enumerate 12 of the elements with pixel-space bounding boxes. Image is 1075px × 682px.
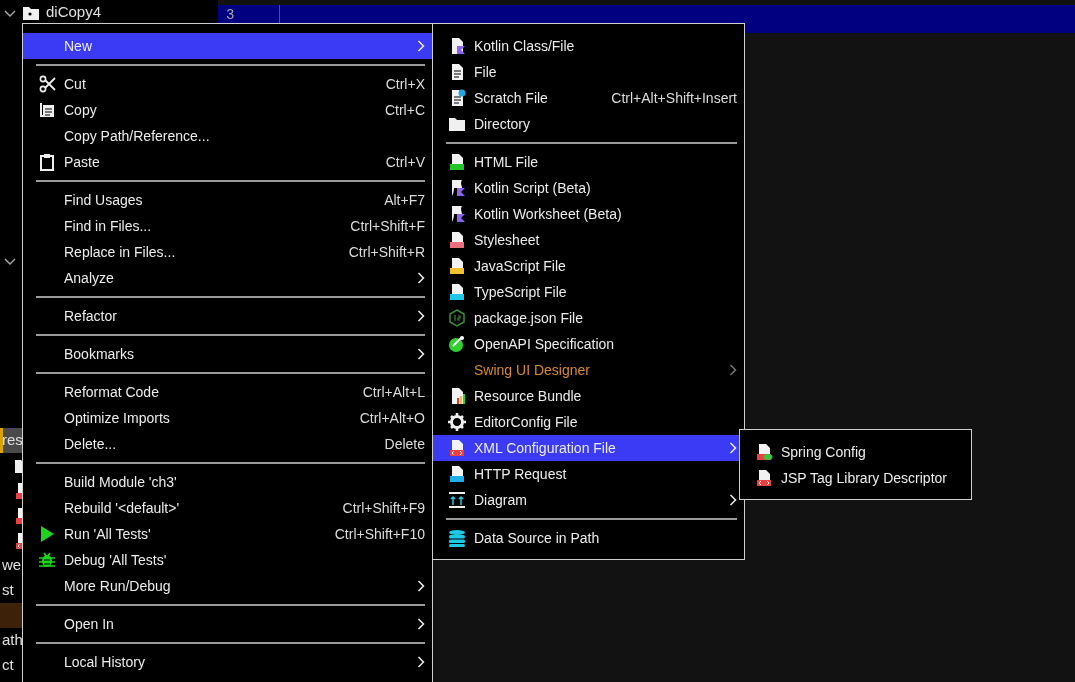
shortcut-label: Ctrl+Shift+F10 bbox=[334, 524, 425, 544]
shortcut-label: Ctrl+Alt+Shift+Insert bbox=[611, 88, 737, 108]
shortcut-label: Delete bbox=[384, 434, 425, 454]
shortcut-label: Ctrl+Alt+L bbox=[362, 382, 425, 402]
shortcut-label: Ctrl+Shift+F bbox=[350, 216, 425, 236]
shortcut-label: Ctrl+X bbox=[385, 74, 425, 94]
shortcut-label: Ctrl+Shift+R bbox=[348, 242, 425, 262]
shortcut-label: Ctrl+V bbox=[385, 152, 425, 172]
shortcut-label: Ctrl+Shift+F9 bbox=[342, 498, 425, 518]
shortcut-label: Alt+F7 bbox=[384, 190, 425, 210]
shortcut-label: Ctrl+C bbox=[384, 100, 425, 120]
shortcut-label: Ctrl+Alt+O bbox=[359, 408, 425, 428]
